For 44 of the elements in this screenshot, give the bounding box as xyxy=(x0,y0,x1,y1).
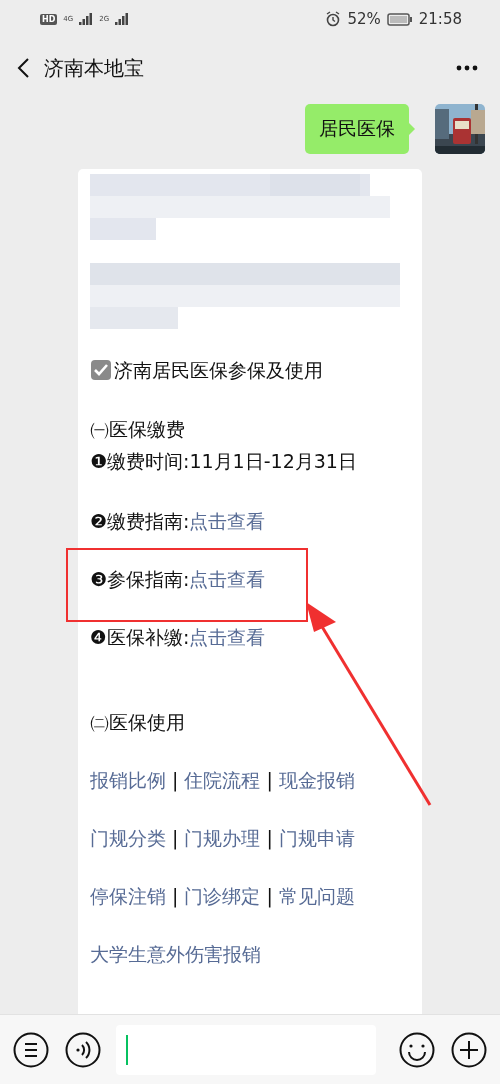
topic-link[interactable]: 常见问题 xyxy=(278,881,355,911)
topic-link[interactable]: 现金报销 xyxy=(278,765,355,795)
chat-title: 济南本地宝 xyxy=(44,54,144,82)
topic-link[interactable]: 住院流程 xyxy=(184,765,261,795)
message-bubble: 居民医保 xyxy=(305,104,409,154)
topic-link[interactable]: 报销比例 xyxy=(90,765,166,795)
message-input[interactable] xyxy=(116,1024,376,1075)
separator: | xyxy=(266,826,273,852)
separator: | xyxy=(172,884,179,910)
battery-icon xyxy=(386,12,413,26)
topic-link[interactable]: 门规办理 xyxy=(184,823,261,853)
clock-time: 21:58 xyxy=(418,10,462,28)
section-heading: ㈠医保缴费 xyxy=(90,417,185,442)
card-label: ❸参保指南: xyxy=(90,567,190,592)
checkbox-icon xyxy=(90,359,112,381)
card-title: 济南居民医保参保及使用 xyxy=(114,358,323,383)
bubble-tail xyxy=(409,123,415,135)
more-icon[interactable] xyxy=(456,65,478,71)
topic-link[interactable]: 门规分类 xyxy=(90,823,166,853)
topic-link[interactable]: 停保注销 xyxy=(90,881,166,911)
hd-badge: HD xyxy=(40,13,58,25)
back-icon[interactable] xyxy=(16,57,30,79)
signal-icon xyxy=(79,13,94,25)
separator: | xyxy=(266,884,273,910)
card-text: ❶缴费时间:11月1日-12月31日 xyxy=(90,449,357,474)
view-link[interactable]: 点击查看 xyxy=(189,564,266,594)
topic-link[interactable]: 门诊绑定 xyxy=(184,881,261,911)
separator: | xyxy=(266,768,273,794)
card-label: ❹医保补缴: xyxy=(90,625,190,650)
alarm-icon xyxy=(325,11,342,27)
menu-icon[interactable] xyxy=(12,1030,50,1069)
signal-icon xyxy=(115,13,130,25)
topic-link[interactable]: 大学生意外伤害报销 xyxy=(90,939,261,969)
separator: | xyxy=(172,826,179,852)
voice-icon[interactable] xyxy=(64,1030,102,1069)
separator: | xyxy=(172,768,179,794)
topic-link[interactable]: 门规申请 xyxy=(278,823,355,853)
plus-icon[interactable] xyxy=(450,1030,488,1069)
view-link[interactable]: 点击查看 xyxy=(189,622,266,652)
section-heading: ㈡医保使用 xyxy=(90,710,185,735)
card-label: ❷缴费指南: xyxy=(90,509,190,534)
view-link[interactable]: 点击查看 xyxy=(189,506,266,536)
battery-percent: 52% xyxy=(347,10,381,28)
emoji-icon[interactable] xyxy=(398,1030,436,1069)
